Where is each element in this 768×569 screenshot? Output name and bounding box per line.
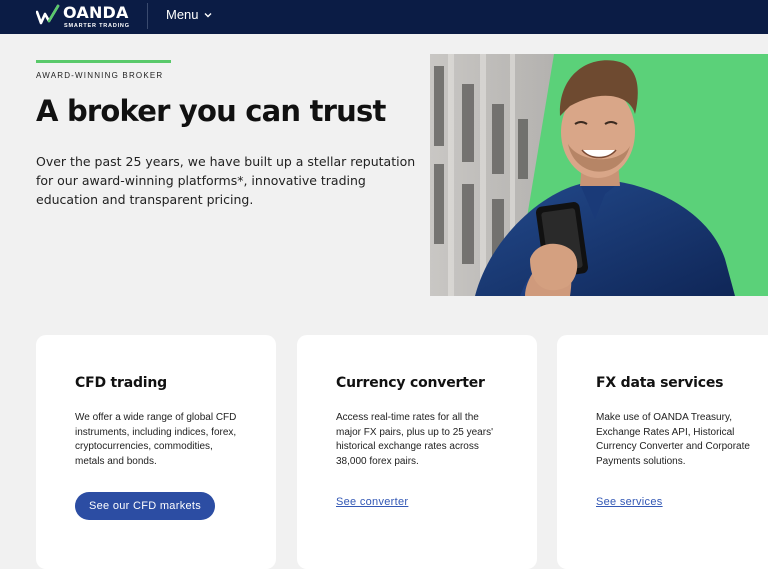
chevron-down-icon xyxy=(204,12,212,17)
see-cfd-markets-button[interactable]: See our CFD markets xyxy=(75,492,216,520)
card-description: We offer a wide range of global CFD inst… xyxy=(75,412,237,467)
see-services-link[interactable]: See services xyxy=(596,496,663,508)
intro-text: Over the past 25 years, we have built up… xyxy=(36,154,416,207)
nav-divider xyxy=(147,3,148,29)
oanda-logo[interactable]: OANDA SMARTER TRADING xyxy=(36,4,130,30)
brand-name: OANDA xyxy=(63,3,129,22)
top-navbar: OANDA SMARTER TRADING Menu xyxy=(0,0,768,34)
menu-button[interactable]: Menu xyxy=(166,7,212,22)
card-title: FX data services xyxy=(596,375,724,391)
menu-label: Menu xyxy=(166,7,199,22)
card-description: Access real-time rates for all the major… xyxy=(336,412,493,467)
card-fx-data-services: FX data services Make use of OANDA Treas… xyxy=(557,335,768,569)
eyebrow-label: AWARD-WINNING BROKER xyxy=(36,71,164,80)
hero-image xyxy=(430,54,768,296)
card-currency-converter: Currency converter Access real-time rate… xyxy=(297,335,537,569)
brand-tagline: SMARTER TRADING xyxy=(64,23,130,29)
card-description: Make use of OANDA Treasury, Exchange Rat… xyxy=(596,412,750,467)
oanda-logo-mark-icon xyxy=(36,4,60,25)
card-cfd-trading: CFD trading We offer a wide range of glo… xyxy=(36,335,276,569)
page-title: A broker you can trust xyxy=(36,94,386,128)
card-title: CFD trading xyxy=(75,375,167,391)
see-converter-link[interactable]: See converter xyxy=(336,496,408,508)
accent-line xyxy=(36,60,171,63)
card-title: Currency converter xyxy=(336,375,485,391)
